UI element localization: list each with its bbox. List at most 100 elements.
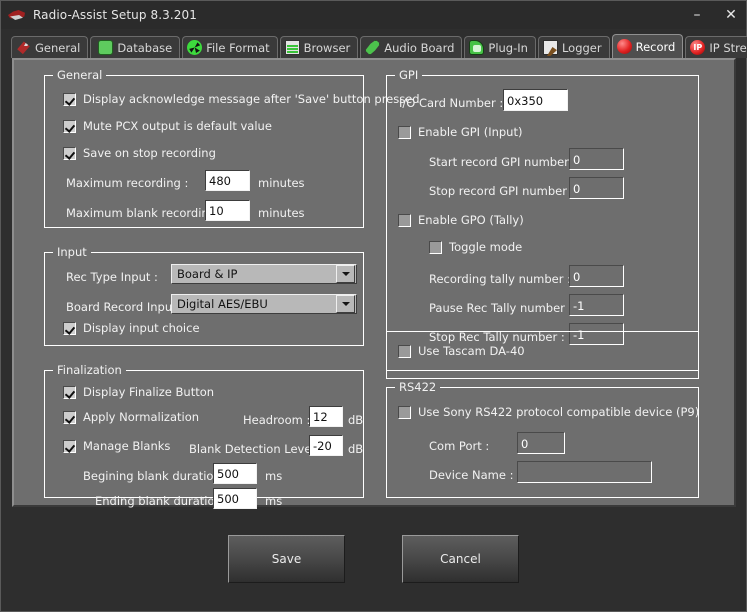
tab-strip: General Database File Format Browser Aud… (11, 34, 738, 58)
recording-tally-input[interactable] (569, 265, 624, 287)
maximum-blank-recording-unit: minutes (258, 206, 305, 220)
tab-browser[interactable]: Browser (280, 36, 359, 58)
gpi-group-label: GPI (395, 68, 422, 82)
start-record-gpi-input[interactable] (569, 148, 624, 170)
checkbox-box[interactable] (63, 93, 76, 106)
database-icon (98, 40, 113, 55)
close-button[interactable]: ✕ (722, 6, 740, 24)
tascam-subpanel: Use Tascam DA-40 (386, 331, 699, 371)
device-name-label: Device Name : (429, 468, 513, 482)
rs422-group-label: RS422 (395, 380, 440, 394)
blank-detection-input[interactable] (309, 435, 343, 456)
use-tascam-checkbox[interactable]: Use Tascam DA-40 (398, 344, 525, 358)
cancel-button[interactable]: Cancel (402, 535, 519, 583)
device-name-input[interactable] (517, 461, 652, 483)
tab-label: Audio Board (384, 41, 454, 55)
manage-blanks-checkbox[interactable]: Manage Blanks (63, 439, 170, 453)
display-acknowledge-checkbox[interactable]: Display acknowledge message after 'Save'… (63, 92, 420, 106)
checkbox-box[interactable] (398, 406, 411, 419)
checkbox-box[interactable] (398, 345, 411, 358)
blank-detection-unit: dB (348, 442, 363, 456)
checkbox-label: Use Sony RS422 protocol compatible devic… (418, 405, 699, 419)
apply-normalization-checkbox[interactable]: Apply Normalization (63, 410, 199, 424)
headroom-label: Headroom : (243, 413, 310, 427)
finalization-group-label: Finalization (53, 363, 126, 377)
chevron-down-icon[interactable] (336, 265, 355, 283)
stop-record-gpi-label: Stop record GPI number : (429, 184, 575, 198)
checkbox-label: Manage Blanks (83, 439, 170, 453)
start-record-gpi-label: Start record GPI number : (429, 155, 576, 169)
checkbox-box[interactable] (63, 386, 76, 399)
begining-blank-input[interactable] (213, 463, 257, 484)
ending-blank-label: Ending blank duration : (95, 494, 229, 508)
general-icon (16, 40, 31, 55)
input-group: Input Rec Type Input : Board & IP Board … (44, 252, 364, 346)
tab-plug-in[interactable]: Plug-In (464, 36, 536, 58)
stop-record-gpi-input[interactable] (569, 177, 624, 199)
checkbox-label: Toggle mode (449, 240, 522, 254)
general-group-label: General (53, 68, 106, 82)
use-sony-rs422-checkbox[interactable]: Use Sony RS422 protocol compatible devic… (398, 405, 699, 419)
com-port-label: Com Port : (429, 439, 489, 453)
record-settings-panel: General Display acknowledge message afte… (12, 58, 736, 507)
display-finalize-checkbox[interactable]: Display Finalize Button (63, 385, 214, 399)
rec-type-input-label: Rec Type Input : (66, 270, 158, 284)
tab-label: General (35, 41, 80, 55)
rec-type-input-select[interactable]: Board & IP (171, 264, 357, 284)
tab-label: Plug-In (488, 41, 528, 55)
checkbox-label: Display input choice (83, 321, 200, 335)
maximum-blank-recording-input[interactable] (205, 200, 250, 221)
tab-record[interactable]: Record (612, 34, 684, 58)
blank-detection-label: Blank Detection Level : (189, 442, 322, 456)
general-group: General Display acknowledge message afte… (44, 75, 364, 228)
enable-gpo-checkbox[interactable]: Enable GPO (Tally) (398, 213, 524, 227)
io-card-number-input[interactable] (503, 89, 568, 111)
app-plane-icon (8, 7, 26, 23)
window-title: Radio-Assist Setup 8.3.201 (33, 8, 197, 22)
board-record-input-value: Digital AES/EBU (172, 297, 336, 311)
plug-in-icon (469, 40, 484, 55)
minimize-button[interactable]: – (688, 6, 706, 24)
tab-logger[interactable]: Logger (538, 36, 610, 58)
tab-label: Browser (304, 41, 351, 55)
checkbox-box[interactable] (429, 241, 442, 254)
toggle-mode-checkbox[interactable]: Toggle mode (429, 240, 522, 254)
maximum-recording-input[interactable] (205, 170, 250, 191)
maximum-recording-unit: minutes (258, 176, 305, 190)
logger-icon (543, 40, 558, 55)
checkbox-box[interactable] (63, 411, 76, 424)
tab-database[interactable]: Database (90, 36, 180, 58)
checkbox-box[interactable] (63, 322, 76, 335)
headroom-input[interactable] (309, 406, 343, 427)
title-bar: Radio-Assist Setup 8.3.201 – ✕ (1, 1, 746, 29)
checkbox-label: Save on stop recording (83, 146, 216, 160)
chevron-down-icon[interactable] (336, 295, 355, 313)
pause-rec-tally-label: Pause Rec Tally number : (429, 301, 572, 315)
io-card-number-label: I/O Card Number : (399, 96, 503, 110)
save-button[interactable]: Save (228, 535, 345, 583)
browser-icon (285, 40, 300, 55)
board-record-input-select[interactable]: Digital AES/EBU (171, 294, 357, 314)
enable-gpi-checkbox[interactable]: Enable GPI (Input) (398, 125, 522, 139)
tab-file-format[interactable]: File Format (182, 36, 277, 58)
ip-stream-icon: IP (690, 40, 705, 55)
tab-ip-stream[interactable]: IP IP Stream (685, 36, 747, 58)
pause-rec-tally-input[interactable] (569, 294, 624, 316)
checkbox-box[interactable] (63, 440, 76, 453)
display-input-choice-checkbox[interactable]: Display input choice (63, 321, 200, 335)
checkbox-label: Display acknowledge message after 'Save'… (83, 92, 420, 106)
checkbox-box[interactable] (398, 126, 411, 139)
tab-audio-board[interactable]: Audio Board (360, 36, 462, 58)
com-port-input[interactable] (517, 432, 565, 454)
ending-blank-input[interactable] (213, 488, 257, 509)
maximum-recording-label: Maximum recording : (66, 176, 188, 190)
tab-general[interactable]: General (11, 36, 88, 58)
save-on-stop-checkbox[interactable]: Save on stop recording (63, 146, 216, 160)
checkbox-box[interactable] (63, 120, 76, 133)
tab-label: File Format (206, 41, 269, 55)
mute-pcx-checkbox[interactable]: Mute PCX output is default value (63, 119, 272, 133)
checkbox-label: Enable GPI (Input) (418, 125, 522, 139)
tab-label: Database (117, 41, 172, 55)
checkbox-box[interactable] (63, 147, 76, 160)
checkbox-box[interactable] (398, 214, 411, 227)
